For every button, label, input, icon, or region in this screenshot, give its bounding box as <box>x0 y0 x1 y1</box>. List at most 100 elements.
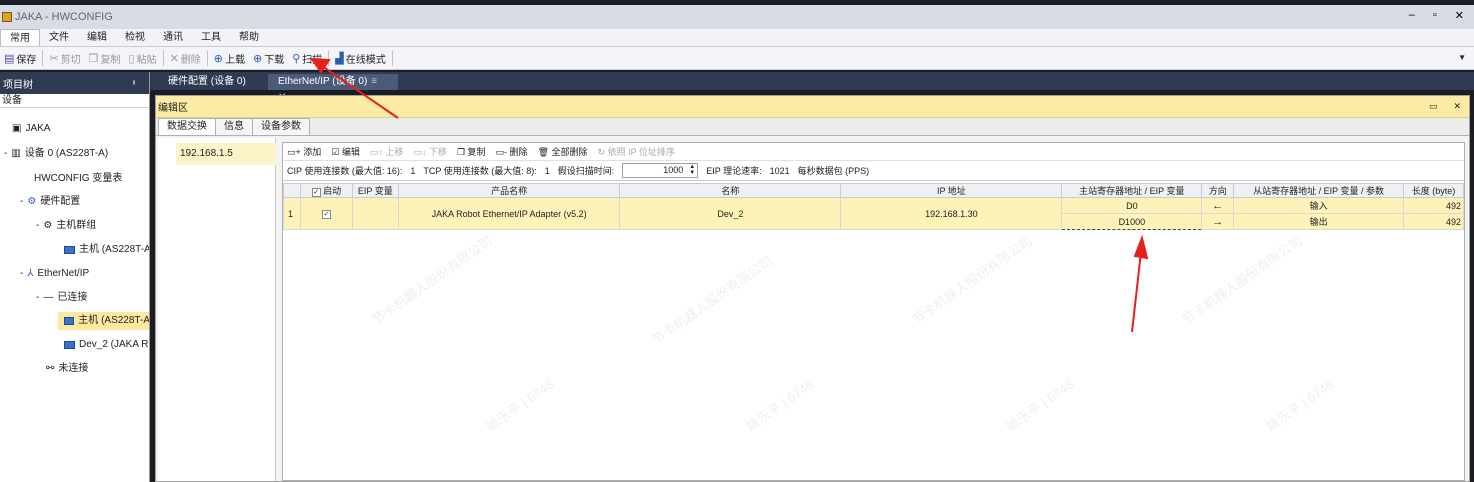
app-window: JAKA - HWCONFIG ‒ ▫ ✕ 常用 文件 编辑 检视 通讯 工具 … <box>0 0 1474 482</box>
restore-button[interactable]: ▫ <box>1433 9 1437 22</box>
ip-list: 192.168.1.5 <box>158 138 276 481</box>
row-slave-register[interactable]: 输入 <box>1233 197 1404 214</box>
row-slave-register[interactable]: 输出 <box>1233 213 1404 230</box>
menu-comm[interactable]: 通讯 <box>154 29 192 46</box>
menu-tools[interactable]: 工具 <box>192 29 230 46</box>
paste-button[interactable]: ▯ 粘贴 <box>125 48 161 68</box>
tab-info[interactable]: 信息 <box>215 118 253 135</box>
host-icon <box>64 317 75 325</box>
menu-file[interactable]: 文件 <box>40 29 78 46</box>
row-length[interactable]: 492 <box>1402 213 1465 230</box>
download-button[interactable]: ⊕ 下载 <box>249 48 288 68</box>
select-all-checkbox[interactable]: ✓ <box>311 188 321 197</box>
row-master-register[interactable]: D1000 <box>1061 213 1203 230</box>
save-button[interactable]: ▤ 保存 <box>0 48 40 68</box>
col-eip-var[interactable]: EIP 变量 <box>351 183 399 198</box>
pin-icon[interactable]: ᵼ <box>133 77 135 87</box>
spinner-icon[interactable]: ▲ ▼ <box>689 164 695 176</box>
toolbar-overflow-icon[interactable]: ▼ <box>1458 53 1466 62</box>
menu-bar: 常用 文件 编辑 检视 通讯 工具 帮助 <box>0 29 1474 46</box>
close-icon[interactable]: ✕ <box>1453 101 1461 112</box>
delete-row-button[interactable]: ▭- 删除 <box>496 145 528 158</box>
separator <box>42 50 44 66</box>
add-button[interactable]: ▭+ 添加 <box>287 145 321 158</box>
scan-button[interactable]: ⚲ 扫描 <box>288 48 326 68</box>
tab-hw-config[interactable]: 硬件配置 (设备 0) <box>158 74 268 90</box>
row-name: Dev_2 <box>619 197 842 230</box>
device-subheader: 设备 <box>0 94 149 108</box>
network-tree-icon: ⅄ <box>27 268 34 279</box>
row-master-register[interactable]: D0 <box>1061 197 1203 214</box>
menu-view[interactable]: 检视 <box>116 29 154 46</box>
col-master-register[interactable]: 主站寄存器地址 / EIP 变量 <box>1061 183 1203 198</box>
connection-table: ✓ 启动 EIP 变量 产品名称 名称 IP 地址 主站寄存器地址 / EIP … <box>283 183 1465 230</box>
collapse-icon[interactable]: - <box>20 265 23 283</box>
editor-title: 编辑区 <box>158 103 188 114</box>
copy-icon: ❐ <box>88 52 99 65</box>
window-title: JAKA - HWCONFIG <box>15 11 113 23</box>
col-direction[interactable]: 方向 <box>1201 183 1235 198</box>
close-button[interactable]: ✕ <box>1455 9 1464 22</box>
delete-button[interactable]: ✕ 删除 <box>166 48 205 68</box>
col-slave-register[interactable]: 从站寄存器地址 / EIP 变量 / 参数 <box>1233 183 1404 198</box>
copy-row-button[interactable]: ❐ 复制 <box>457 145 486 158</box>
table-header-row: ✓ 启动 EIP 变量 产品名称 名称 IP 地址 主站寄存器地址 / EIP … <box>283 183 1465 198</box>
col-enable[interactable]: ✓ 启动 <box>299 183 353 198</box>
separator <box>162 50 164 66</box>
upload-button[interactable]: ⊕ 上载 <box>210 48 249 68</box>
ip-list-item[interactable]: 192.168.1.5 <box>176 143 276 165</box>
upload-icon: ⊕ <box>213 52 223 65</box>
tree-item-device-0[interactable]: - ▥ 设备 0 (AS228T-A) <box>4 145 108 163</box>
tree-item-dev-2[interactable]: Dev_2 (JAKA R <box>64 336 148 354</box>
sort-by-ip-button[interactable]: ↻ 依照 IP 位址排序 <box>598 145 675 158</box>
title-bar: JAKA - HWCONFIG ‒ ▫ ✕ <box>0 5 1474 29</box>
action-bar: ▭+ 添加 ☑ 编辑 ▭↑ 上移 ▭↓ 下移 ❐ 复制 ▭- 删除 🗑 全部删除… <box>283 143 1464 161</box>
delete-all-button[interactable]: 🗑 全部删除 <box>538 145 588 158</box>
online-mode-button[interactable]: ▟ 在线模式 <box>331 48 389 68</box>
menu-edit[interactable]: 编辑 <box>78 29 116 46</box>
project-tree-header: 项目树 ᵼ <box>0 72 149 94</box>
collapse-icon[interactable]: - <box>36 217 39 235</box>
tree-item-connected[interactable]: - — 已连接 <box>36 289 87 307</box>
col-ip[interactable]: IP 地址 <box>840 183 1063 198</box>
tcp-label: TCP 使用连接数 (最大值: 8): <box>423 166 537 176</box>
row-length[interactable]: 492 <box>1402 197 1465 214</box>
col-product[interactable]: 产品名称 <box>397 183 621 198</box>
enable-checkbox[interactable]: ✓ <box>321 210 331 219</box>
delete-icon: ✕ <box>169 52 179 65</box>
collapse-icon[interactable]: - <box>20 193 23 211</box>
tree-item-hw-config[interactable]: - ⚙ 硬件配置 <box>20 193 80 211</box>
tree-item-unconnected[interactable]: ⚯ 未连接 <box>46 360 88 378</box>
tcp-value: 1 <box>544 165 550 176</box>
editor-controls: ▭ ✕ <box>1429 101 1461 112</box>
tab-data-exchange[interactable]: 数据交换 <box>158 118 216 135</box>
project-tree-panel: 项目树 ᵼ 设备 ▣ JAKA - ▥ 设备 0 (AS228T-A) HWCONFI… <box>0 72 150 482</box>
network-icon: ▟ <box>335 52 344 65</box>
move-up-button[interactable]: ▭↑ 上移 <box>370 145 404 158</box>
edit-button[interactable]: ☑ 编辑 <box>331 145 360 158</box>
tree-item-jaka[interactable]: ▣ JAKA <box>12 120 50 138</box>
menu-common[interactable]: 常用 <box>0 29 40 46</box>
tree-item-var-table[interactable]: HWCONFIG 变量表 <box>34 170 122 188</box>
minimize-button[interactable]: ‒ <box>1409 9 1415 22</box>
separator <box>391 50 393 66</box>
copy-button[interactable]: ❐ 复制 <box>85 48 125 68</box>
collapse-icon[interactable]: - <box>36 289 39 307</box>
tab-device-params[interactable]: 设备参数 <box>252 118 310 135</box>
menu-help[interactable]: 帮助 <box>230 29 268 46</box>
scan-time-input[interactable]: 1000 ▲ ▼ <box>622 163 699 178</box>
tab-ethernetip[interactable]: EtherNet/IP (设备 0)≡ ✕ <box>268 74 398 103</box>
tree-item-host-group[interactable]: - ⚙ 主机群组 <box>36 217 96 235</box>
cut-button[interactable]: ✂ 剪切 <box>45 48 84 68</box>
row-index: 1 <box>283 197 301 230</box>
col-name[interactable]: 名称 <box>619 183 842 198</box>
move-down-button[interactable]: ▭↓ 下移 <box>413 145 447 158</box>
table-row[interactable]: 1 ✓ JAKA Robot Ethernet/IP Adapter (v5.2… <box>283 197 1465 230</box>
tree-item-ethernetip[interactable]: - ⅄ EtherNet/IP <box>20 265 89 283</box>
col-length[interactable]: 长度 (byte) <box>1402 183 1465 198</box>
tree-item-host-1[interactable]: 主机 (AS228T-A <box>64 241 149 259</box>
tree-item-host-2[interactable]: 主机 (AS228T-A <box>58 312 149 330</box>
collapse-icon[interactable]: - <box>4 145 7 163</box>
eip-rate-label: EIP 理论速率: <box>706 166 762 176</box>
maximize-icon[interactable]: ▭ <box>1429 101 1438 112</box>
